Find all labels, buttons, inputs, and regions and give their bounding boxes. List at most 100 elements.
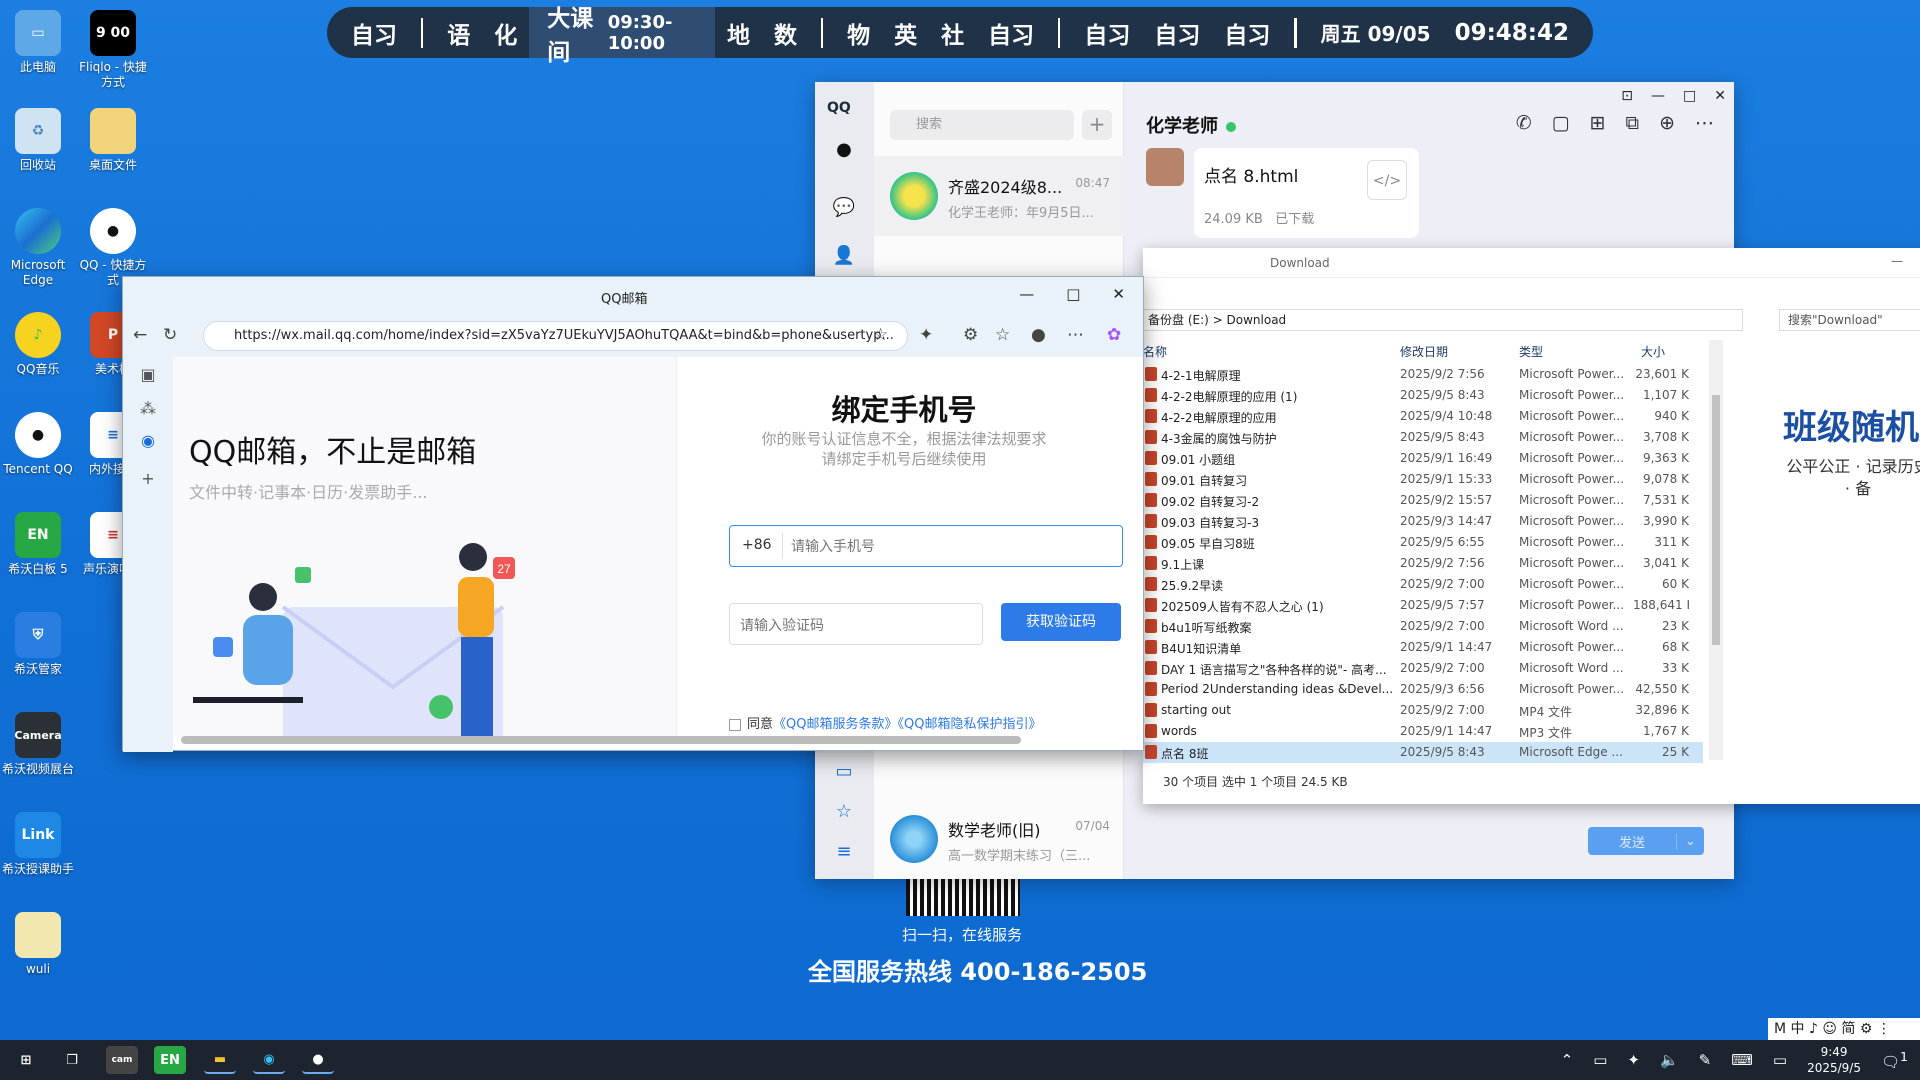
pin-icon[interactable]: ⊡ (1621, 88, 1633, 104)
file-row[interactable]: 点名 8班 2025/9/5 8:43 Microsoft Edge ... 25 K (1143, 742, 1703, 763)
puzzle-icon[interactable]: ⚙ (963, 325, 978, 345)
security-icon[interactable]: ✦ (1627, 1051, 1640, 1069)
scrollbar-thumb[interactable] (1712, 395, 1720, 645)
vertical-scrollbar[interactable] (1709, 340, 1723, 760)
breadcrumb-folder[interactable]: Download (1227, 313, 1287, 327)
apps-icon[interactable]: ⁂ (137, 399, 159, 421)
file-row[interactable]: 4-2-2电解原理的应用 (1) 2025/9/5 8:43 Microsoft P… (1143, 385, 1703, 406)
phone-field[interactable]: +86 (729, 525, 1123, 567)
file-row[interactable]: b4u1听写纸教案 2025/9/2 7:00 Microsoft Word ...… (1143, 616, 1703, 637)
video-icon[interactable]: ▢ (1552, 112, 1570, 134)
tabs-icon[interactable]: ▣ (137, 365, 159, 387)
file-row[interactable]: 9.1上课 2025/9/2 7:56 Microsoft Power... 3,04… (1143, 553, 1703, 574)
desktop-icon-qq-music[interactable]: ♪ QQ音乐 (1, 312, 75, 377)
scrollbar-thumb[interactable] (181, 736, 1021, 744)
more-icon[interactable]: ⋯ (1067, 325, 1084, 345)
avatar[interactable]: ● (830, 136, 858, 164)
terms-link[interactable]: 《QQ邮箱服务条款》 (773, 717, 897, 732)
search-input[interactable]: 搜索 (890, 110, 1074, 140)
minimize-icon[interactable]: — (1891, 254, 1903, 268)
minimize-icon[interactable]: — (1651, 88, 1665, 104)
camera-app-icon[interactable]: cam (106, 1046, 138, 1074)
file-row[interactable]: words 2025/9/1 14:47 MP3 文件 1,767 K (1143, 721, 1703, 742)
menu-icon[interactable]: ≡ (830, 838, 858, 866)
file-row[interactable]: 09.01 小题组 2025/9/1 16:49 Microsoft Power..… (1143, 448, 1703, 469)
privacy-link[interactable]: 《QQ邮箱隐私保护指引》 (897, 717, 1041, 732)
taskbar-clock[interactable]: 9:49 2025/9/5 (1807, 1044, 1861, 1076)
minimize-icon[interactable]: — (1019, 285, 1034, 303)
file-row[interactable]: 09.03 自转复习-3 2025/9/3 14:47 Microsoft Powe… (1143, 511, 1703, 532)
favorites-icon[interactable]: ☆ (830, 798, 858, 826)
file-row[interactable]: 202509人皆有不忍人之心 (1) 2025/9/5 7:57 Microsoft… (1143, 595, 1703, 616)
add-button[interactable]: + (1082, 110, 1112, 140)
folder-icon[interactable]: ▭ (830, 758, 858, 786)
column-name[interactable]: 名称 (1143, 343, 1167, 360)
desktop-icon-tencent-qq[interactable]: ● Tencent QQ (1, 412, 75, 477)
maximize-icon[interactable]: □ (1066, 285, 1080, 303)
desktop-icon-seewo-link[interactable]: Link 希沃授课助手 (1, 812, 75, 877)
horizontal-scrollbar[interactable] (181, 734, 1131, 744)
file-message[interactable]: 点名 8.html </> 24.09 KB 已下载 (1194, 148, 1419, 238)
add-icon[interactable]: + (137, 469, 159, 491)
pen-icon[interactable]: ✎ (1699, 1051, 1712, 1069)
country-code[interactable]: +86 (742, 537, 772, 553)
file-row[interactable]: 09.02 自转复习-2 2025/9/2 15:57 Microsoft Powe… (1143, 490, 1703, 511)
column-date[interactable]: 修改日期 (1400, 343, 1448, 360)
file-row[interactable]: 4-2-2电解原理的应用 2025/9/4 10:48 Microsoft Powe… (1143, 406, 1703, 427)
address-bar[interactable]: https://wx.mail.qq.com/home/index?sid=zX… (203, 321, 908, 351)
file-explorer-icon[interactable]: ▬ (204, 1046, 236, 1074)
notification-icon[interactable]: 🗨1 (1881, 1049, 1908, 1071)
favorite-star-icon[interactable]: ☆ (873, 325, 888, 345)
screen-share-icon[interactable]: ⊞ (1590, 112, 1606, 134)
close-icon[interactable]: ✕ (1112, 285, 1125, 303)
code-field[interactable] (729, 603, 983, 645)
edge-taskbar-icon[interactable]: ◉ (253, 1046, 285, 1074)
network-icon[interactable]: ▭ (1593, 1051, 1607, 1069)
chevron-up-icon[interactable]: ⌃ (1561, 1051, 1574, 1069)
phone-input[interactable] (782, 533, 1102, 559)
task-view-icon[interactable]: ❐ (56, 1046, 88, 1074)
ime-toolbar[interactable]: M 中 ♪ ☺ 简 ⚙ ⋮ (1768, 1018, 1920, 1040)
get-code-button[interactable]: 获取验证码 (1001, 603, 1121, 641)
file-row[interactable]: 4-2-1电解原理 2025/9/2 7:56 Microsoft Power...… (1143, 364, 1703, 385)
more-icon[interactable]: ⋯ (1695, 112, 1714, 134)
file-row[interactable]: 4-3金属的腐蚀与防护 2025/9/5 8:43 Microsoft Power.… (1143, 427, 1703, 448)
chrome-app-icon[interactable]: ◉ (137, 431, 159, 453)
send-button[interactable]: 发送 ⌄ (1588, 827, 1704, 855)
profile-icon[interactable]: ● (1031, 325, 1046, 345)
remote-assist-icon[interactable]: ⧉ (1626, 112, 1640, 134)
desktop-icon-recycle-bin[interactable]: ♻ 回收站 (1, 108, 75, 173)
maximize-icon[interactable]: □ (1683, 88, 1696, 104)
code-input[interactable] (740, 612, 970, 638)
conversation-item[interactable]: 数学老师(旧) 07/04 高一数学期末练习（三... (874, 799, 1124, 879)
chevron-down-icon[interactable]: ⌄ (1676, 833, 1704, 849)
desktop-icon-seewo-camera[interactable]: Camera 希沃视频展台 (1, 712, 75, 777)
file-row[interactable]: starting out 2025/9/2 7:00 MP4 文件 32,896 K (1143, 700, 1703, 721)
desktop-icon-fliqlo[interactable]: 9 00 Fliqlo - 快捷方式 (76, 10, 150, 90)
back-icon[interactable]: ← (133, 325, 147, 345)
refresh-icon[interactable]: ↻ (163, 325, 177, 345)
desktop-icon-seewo-manager[interactable]: ⛨ 希沃管家 (1, 612, 75, 677)
agree-checkbox[interactable] (729, 718, 741, 731)
en-app-icon[interactable]: EN (154, 1046, 186, 1074)
qq-taskbar-icon[interactable]: ● (302, 1046, 334, 1074)
file-row[interactable]: B4U1知识清单 2025/9/1 14:47 Microsoft Power...… (1143, 637, 1703, 658)
volume-icon[interactable]: 🔈 (1660, 1051, 1679, 1069)
file-row[interactable]: 25.9.2早读 2025/9/2 7:00 Microsoft Power... 6… (1143, 574, 1703, 595)
display-icon[interactable]: ▭ (1773, 1051, 1787, 1069)
desktop-icon-this-pc[interactable]: ▭ 此电脑 (1, 10, 75, 75)
breadcrumb-drive[interactable]: 备份盘 (E:) (1148, 313, 1209, 327)
messages-icon[interactable]: 💬 (830, 194, 858, 222)
close-icon[interactable]: ✕ (1714, 88, 1726, 104)
file-row[interactable]: Period 2Understanding ideas &Devel... 202… (1143, 679, 1703, 700)
add-member-icon[interactable]: ⊕ (1659, 112, 1675, 134)
keyboard-icon[interactable]: ⌨ (1731, 1051, 1753, 1069)
column-type[interactable]: 类型 (1519, 343, 1543, 360)
file-row[interactable]: DAY 1 语言描写之"各种各样的说"- 高考... 2025/9/2 7:00 M… (1143, 658, 1703, 679)
copilot-icon[interactable]: ✿ (1107, 325, 1121, 345)
start-icon[interactable]: ⊞ (10, 1046, 42, 1074)
file-row[interactable]: 09.05 早自习8班 2025/9/5 6:55 Microsoft Power.… (1143, 532, 1703, 553)
desktop-icon-seewo-whiteboard[interactable]: EN 希沃白板 5 (1, 512, 75, 577)
favorites-icon[interactable]: ☆ (995, 325, 1010, 345)
column-size[interactable]: 大小 (1641, 343, 1665, 360)
